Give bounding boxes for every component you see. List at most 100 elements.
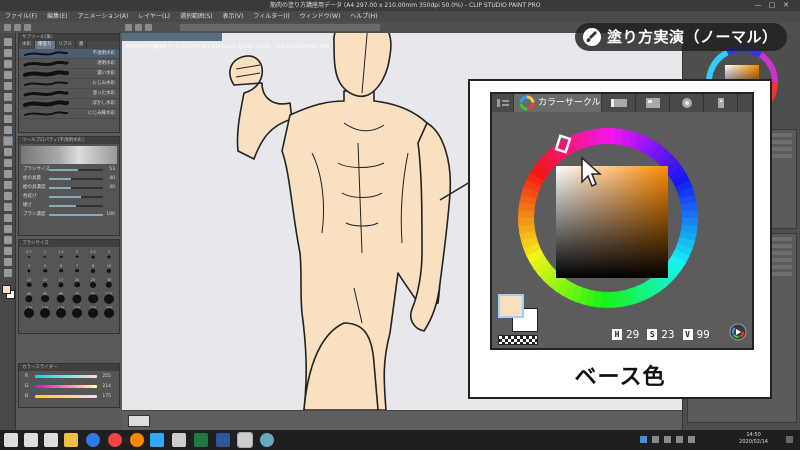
brush-size-preset[interactable]: 2 [69,250,85,262]
open-file-icon[interactable] [14,24,21,31]
property-row[interactable]: 絵の具量 40 [21,175,117,183]
brush-size-preset[interactable]: 250 [85,306,101,318]
brush-tool-icon[interactable] [3,136,13,146]
undo-icon[interactable] [135,24,142,31]
text-tool-icon[interactable] [3,246,13,256]
redo-icon[interactable] [145,24,152,31]
hand-tool-icon[interactable] [3,48,13,58]
volume-icon[interactable] [676,436,683,443]
brush-size-preset[interactable]: 4 [21,264,37,276]
property-slider[interactable] [49,187,103,189]
property-row[interactable]: 色延び [21,193,117,201]
property-row[interactable]: ブラシ濃度 100 [21,211,117,219]
color-circle-tab[interactable]: カラーサークル [514,94,602,112]
pencil-tool-icon[interactable] [3,125,13,135]
brush-size-preset[interactable]: 1.5 [53,250,69,262]
channel-slider[interactable] [35,395,97,398]
fill-tool-icon[interactable] [3,191,13,201]
color-channel-row[interactable]: B 175 [21,392,117,401]
brush-item[interactable]: 透明水彩 [19,59,119,69]
brush-size-preset[interactable]: 200 [69,306,85,318]
property-slider[interactable] [49,214,103,216]
brush-size-preset[interactable]: 1 [37,250,53,262]
navigator-thumbnail[interactable] [128,415,150,427]
brush-size-preset[interactable]: 170 [53,306,69,318]
brush-size-preset[interactable]: 25 [85,278,101,290]
close-button[interactable]: ✕ [780,0,792,11]
bluetooth-icon[interactable] [640,436,647,443]
notification-icon[interactable] [786,436,793,443]
subtool-tab-2[interactable]: リアル [56,41,76,49]
blend-tool-icon[interactable] [3,180,13,190]
property-slider[interactable] [49,205,103,207]
airbrush-tool-icon[interactable] [3,147,13,157]
menu-item-7[interactable]: ウィンドウ(W) [295,11,346,22]
maximize-button[interactable]: □ [766,0,778,11]
pen-tool-icon[interactable] [3,114,13,124]
word-icon[interactable] [216,433,230,447]
ruler-tool-icon[interactable] [3,235,13,245]
menu-item-2[interactable]: アニメーション(A) [73,11,134,22]
brush-size-preset[interactable]: 70 [69,292,85,304]
menu-item-6[interactable]: フィルター(I) [248,11,294,22]
brush-item[interactable]: ぼかし水彩 [19,99,119,109]
decoration-tool-icon[interactable] [3,158,13,168]
excel-icon[interactable] [194,433,208,447]
edge-icon[interactable] [86,433,100,447]
brush-size-preset[interactable]: 50 [37,292,53,304]
menu-item-5[interactable]: 表示(V) [218,11,249,22]
brush-item[interactable]: 不透明水彩 [19,49,119,59]
battery-icon[interactable] [664,436,671,443]
windows-start-icon[interactable] [4,433,18,447]
move-tool-icon[interactable] [3,59,13,69]
chrome-icon[interactable] [108,433,122,447]
color-picker-mode-icon[interactable] [728,322,748,342]
app-icon[interactable] [260,433,274,447]
property-row[interactable]: 硬さ [21,202,117,210]
task-view-icon[interactable] [44,433,58,447]
eraser-tool-icon[interactable] [3,169,13,179]
approximate-color-tab[interactable] [704,94,738,112]
channel-slider[interactable] [35,385,97,388]
property-slider[interactable] [49,178,103,180]
brush-size-preset[interactable]: 15 [37,278,53,290]
brush-size-preset[interactable]: 17 [53,278,69,290]
firefox-icon[interactable] [130,433,144,447]
brush-size-preset[interactable]: 10 [101,264,117,276]
property-row[interactable]: ブラシサイズ 53 [21,166,117,174]
brush-size-preset[interactable]: 8 [85,264,101,276]
balloon-tool-icon[interactable] [3,257,13,267]
brush-size-preset[interactable]: 60 [53,292,69,304]
gradient-tool-icon[interactable] [3,202,13,212]
frame-tool-icon[interactable] [3,224,13,234]
zoom-tool-icon[interactable] [3,37,13,47]
minimize-button[interactable]: — [752,0,764,11]
brush-size-preset[interactable]: 100 [101,292,117,304]
selection-tool-icon[interactable] [3,81,13,91]
property-slider[interactable] [49,196,103,198]
brush-size-preset[interactable]: 0.7 [21,250,37,262]
store-icon[interactable] [172,433,186,447]
brush-size-preset[interactable]: 5 [37,264,53,276]
menu-item-1[interactable]: 編集(E) [42,11,72,22]
brush-size-preset[interactable]: 12 [21,278,37,290]
new-file-icon[interactable] [4,24,11,31]
subtool-tab-3[interactable]: 墨 [76,41,88,49]
transparent-color-swatch[interactable] [498,335,538,345]
clip-studio-icon[interactable] [125,24,132,31]
menu-item-4[interactable]: 選択範囲(S) [175,11,218,22]
lasso-tool-icon[interactable] [3,92,13,102]
operation-tool-icon[interactable] [3,70,13,80]
network-icon[interactable] [652,436,659,443]
brush-size-preset[interactable]: 80 [85,292,101,304]
brush-size-preset[interactable]: 2.5 [85,250,101,262]
color-slider-tab[interactable] [602,94,636,112]
figure-tool-icon[interactable] [3,213,13,223]
brush-size-preset[interactable]: 20 [69,278,85,290]
brush-size-preset[interactable]: 120 [21,306,37,318]
main-color-chip[interactable] [2,285,11,294]
main-color-swatch-front[interactable] [498,294,524,318]
subtool-tab-1[interactable]: 厚塗り [35,41,56,49]
color-channel-row[interactable]: R 255 [21,372,117,381]
brush-item[interactable]: 濃い水彩 [19,69,119,79]
